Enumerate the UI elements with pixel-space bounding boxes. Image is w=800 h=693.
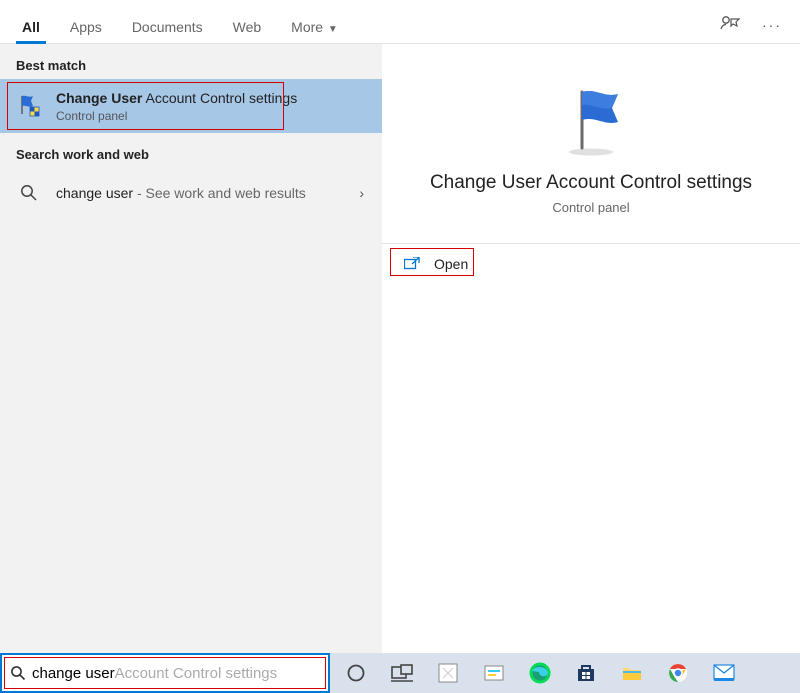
result-title: Change User Account Control settings [56,89,368,107]
taskbar-taskview-icon[interactable] [380,653,424,693]
search-icon [14,178,44,208]
taskbar-search-input[interactable]: change user Account Control settings [0,653,330,693]
taskbar-explorer-icon[interactable] [610,653,654,693]
chevron-right-icon[interactable]: › [355,185,368,201]
tab-all[interactable]: All [18,19,44,43]
taskbar-app-1-icon[interactable] [426,653,470,693]
taskbar-cortana-icon[interactable] [334,653,378,693]
result-subtitle: Control panel [56,109,368,123]
tab-documents[interactable]: Documents [128,19,207,43]
taskbar-chrome-icon[interactable] [656,653,700,693]
tab-apps[interactable]: Apps [66,19,106,43]
tab-more[interactable]: More ▼ [287,19,342,43]
detail-title: Change User Account Control settings [410,172,772,194]
feedback-icon[interactable] [720,15,740,43]
details-panel: Change User Account Control settings Con… [382,44,800,693]
flag-shield-icon [14,91,44,121]
taskbar-app-2-icon[interactable] [472,653,516,693]
results-panel: Best match Change User Account Control s… [0,44,382,693]
taskbar-mail-icon[interactable] [702,653,746,693]
flag-icon-large [552,82,630,160]
search-filter-tabs: All Apps Documents Web More ▼ ··· [0,0,800,44]
work-web-heading: Search work and web [0,133,382,168]
more-options-icon[interactable]: ··· [762,17,782,43]
web-result-suffix: - See work and web results [133,185,306,201]
open-button[interactable]: Open [382,244,800,284]
tab-web[interactable]: Web [229,19,266,43]
detail-subtitle: Control panel [552,200,629,215]
taskbar: change user Account Control settings [0,653,800,693]
open-label: Open [434,256,468,272]
search-icon [10,665,26,681]
result-change-uac-settings[interactable]: Change User Account Control settings Con… [0,79,382,133]
open-icon [404,257,420,271]
best-match-heading: Best match [0,44,382,79]
taskbar-edge-icon[interactable] [518,653,562,693]
taskbar-store-icon[interactable] [564,653,608,693]
chevron-down-icon: ▼ [325,24,338,35]
web-result-query: change user [56,185,133,201]
search-suggestion-text: Account Control settings [115,665,278,682]
search-query-text: change user [32,665,115,682]
result-web-change-user[interactable]: change user - See work and web results › [0,168,382,218]
